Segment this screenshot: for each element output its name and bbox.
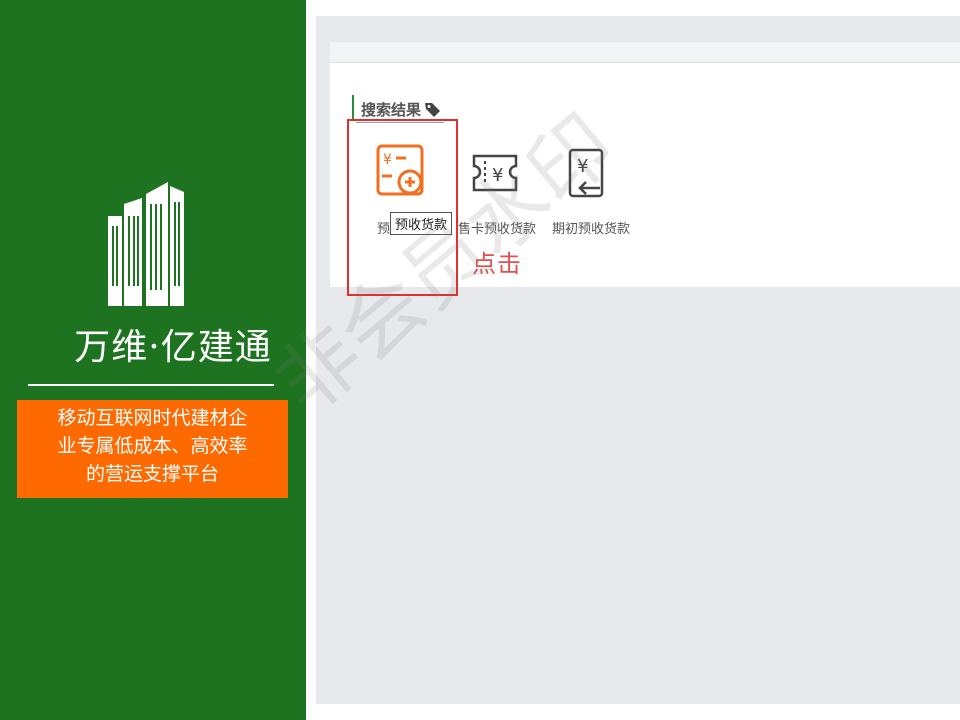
tagline-line: 移动互联网时代建材企 xyxy=(57,408,248,429)
card-payment-item[interactable]: ¥ 售卡预收货款 xyxy=(458,140,542,240)
click-hint: 点击 xyxy=(472,250,522,278)
brand-name: 万维·亿建通 xyxy=(74,327,272,368)
initial-payment-icon: ¥ xyxy=(568,148,604,198)
card-payment-label: 售卡预收货款 xyxy=(458,221,537,236)
section-accent-bar xyxy=(352,95,354,121)
brand-divider xyxy=(28,384,274,386)
buildings-icon xyxy=(108,182,184,306)
svg-text:¥: ¥ xyxy=(577,156,588,177)
initial-payment-label: 期初预收货款 xyxy=(552,221,631,236)
section-title: 搜索结果 xyxy=(361,102,422,119)
top-bar xyxy=(330,42,960,63)
tagline-line: 业专属低成本、高效率 xyxy=(57,436,248,457)
brand-panel: 万维·亿建通 移动互联网时代建材企 业专属低成本、高效率 的营运支撑平台 xyxy=(0,0,306,720)
highlight-box xyxy=(347,119,458,296)
initial-payment-item[interactable]: ¥ 期初预收货款 xyxy=(552,140,642,240)
card-payment-icon: ¥ xyxy=(472,154,518,192)
tag-icon xyxy=(425,103,440,117)
svg-text:¥: ¥ xyxy=(492,165,503,186)
tagline-line: 的营运支撑平台 xyxy=(85,464,219,485)
brand-tagline: 移动互联网时代建材企 业专属低成本、高效率 的营运支撑平台 xyxy=(17,400,288,498)
